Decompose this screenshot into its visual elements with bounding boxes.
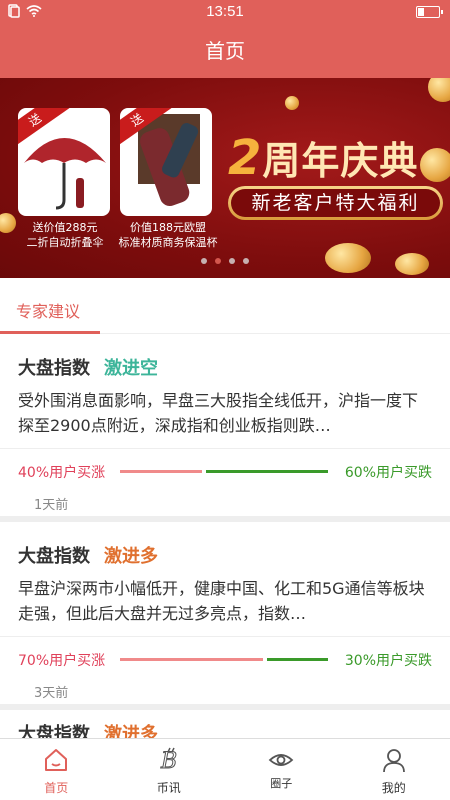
page-title: 首页 xyxy=(0,24,450,78)
vote-ratio: 70%用户买涨 30%用户买跌 xyxy=(18,648,432,670)
coin-decoration xyxy=(428,78,450,102)
advice-card[interactable]: 大盘指数 激进多 早盘沪深两市小幅低开，健康中国、化工和5G通信等板块走强，但此后… xyxy=(0,522,450,704)
coin-decoration xyxy=(395,253,429,275)
card-time: 3天前 xyxy=(34,686,69,701)
vote-down-bar xyxy=(267,658,328,661)
caption-line: 价值188元欧盟 xyxy=(130,221,206,234)
vote-down-label: 60%用户买跌 xyxy=(344,465,432,481)
banner-subtitle: 新老客户特大福利 xyxy=(231,189,440,217)
product-caption-thermos: 价值188元欧盟 标准材质商务保温杯 xyxy=(112,220,224,250)
card-title: 大盘指数 xyxy=(18,724,90,738)
bitcoin-icon: B xyxy=(159,747,177,773)
product-umbrella[interactable]: 送 xyxy=(18,108,110,216)
card-time: 1天前 xyxy=(34,498,69,513)
banner-title-text: 周年庆典 xyxy=(262,139,419,183)
card-header: 大盘指数 激进多 xyxy=(18,542,158,568)
tab-mine[interactable]: 我的 xyxy=(338,739,450,800)
section-tabs: 专家建议 xyxy=(0,278,450,334)
caption-line: 标准材质商务保温杯 xyxy=(118,236,218,249)
user-icon xyxy=(382,749,405,773)
product-thermos[interactable]: 送 xyxy=(120,108,212,216)
caption-line: 送价值288元 xyxy=(32,221,98,234)
carousel-dots xyxy=(0,258,450,264)
divider xyxy=(0,636,450,637)
card-title: 大盘指数 xyxy=(18,358,90,379)
vote-up-bar xyxy=(120,658,263,661)
card-body: 早盘沪深两市小幅低开，健康中国、化工和5G通信等板块走强，但此后大盘并无过多亮点… xyxy=(18,579,425,623)
status-bar: 13:51 xyxy=(0,0,450,24)
banner-title: 2周年庆典 xyxy=(228,130,418,186)
caption-line: 二折自动折叠伞 xyxy=(26,236,104,249)
card-header: 大盘指数 激进空 xyxy=(18,354,158,380)
battery-icon xyxy=(416,6,443,18)
vote-down-bar xyxy=(206,470,328,473)
carousel-dot[interactable] xyxy=(201,258,207,264)
vote-up-label: 40%用户买涨 xyxy=(18,465,106,481)
card-body: 受外围消息面影响，早盘三大股指全线低开，沪指一度下探至2900点附近，深成指和创… xyxy=(18,391,419,435)
card-tag: 激进多 xyxy=(104,546,158,567)
carousel-dot[interactable] xyxy=(229,258,235,264)
status-time: 13:51 xyxy=(206,3,244,20)
vote-up-label: 70%用户买涨 xyxy=(18,653,106,669)
vote-down-label: 30%用户买跌 xyxy=(344,653,432,669)
bottom-tabbar: 首页 B 币讯 圈子 我的 xyxy=(0,738,450,800)
coin-decoration xyxy=(285,96,299,110)
promo-banner[interactable]: 送 送价值288元 二折自动折叠伞 送 价值188元欧盟 标准材质商务保温杯 2… xyxy=(0,78,450,278)
svg-text:B: B xyxy=(160,749,177,773)
divider xyxy=(0,448,450,449)
banner-title-number: 2 xyxy=(228,130,263,186)
card-tag: 激进多 xyxy=(104,724,158,738)
tab-expert-advice[interactable]: 专家建议 xyxy=(16,298,80,322)
vote-ratio: 40%用户买涨 60%用户买跌 xyxy=(18,460,432,482)
advice-card[interactable]: 大盘指数 激进多 xyxy=(0,710,450,738)
coin-decoration xyxy=(420,148,450,182)
eye-icon xyxy=(268,754,294,766)
tab-home[interactable]: 首页 xyxy=(0,739,113,800)
tab-label: 首页 xyxy=(44,781,69,795)
card-tag: 激进空 xyxy=(104,358,158,379)
advice-card[interactable]: 大盘指数 激进空 受外围消息面影响，早盘三大股指全线低开，沪指一度下探至2900点… xyxy=(0,334,450,516)
vote-up-bar xyxy=(120,470,202,473)
carousel-dot[interactable] xyxy=(215,258,221,264)
tab-label: 圈子 xyxy=(270,777,293,790)
carousel-dot[interactable] xyxy=(243,258,249,264)
card-title: 大盘指数 xyxy=(18,546,90,567)
tab-circle[interactable]: 圈子 xyxy=(225,739,338,800)
product-caption-umbrella: 送价值288元 二折自动折叠伞 xyxy=(10,220,120,250)
tab-label: 我的 xyxy=(381,781,406,795)
tab-news[interactable]: B 币讯 xyxy=(113,739,226,800)
banner-subtitle-pill: 新老客户特大福利 xyxy=(228,186,443,220)
card-header: 大盘指数 激进多 xyxy=(18,720,158,738)
tab-label: 币讯 xyxy=(156,781,181,795)
home-icon xyxy=(45,749,68,771)
